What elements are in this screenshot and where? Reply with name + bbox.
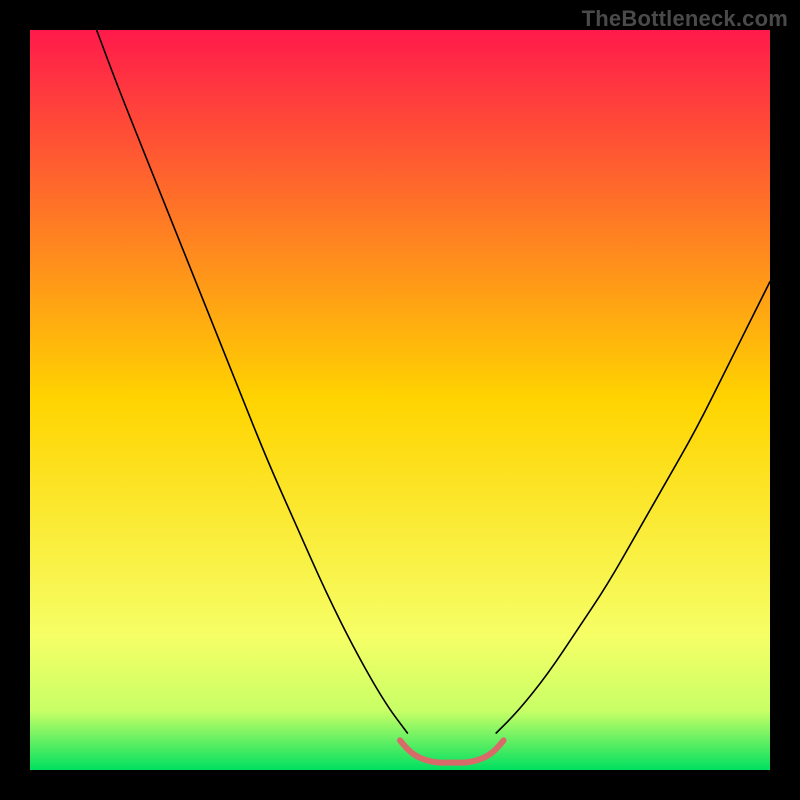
plot-background [30, 30, 770, 770]
watermark-text: TheBottleneck.com [582, 6, 788, 32]
chart-frame: TheBottleneck.com [0, 0, 800, 800]
plot-area [30, 30, 770, 770]
plot-svg [30, 30, 770, 770]
